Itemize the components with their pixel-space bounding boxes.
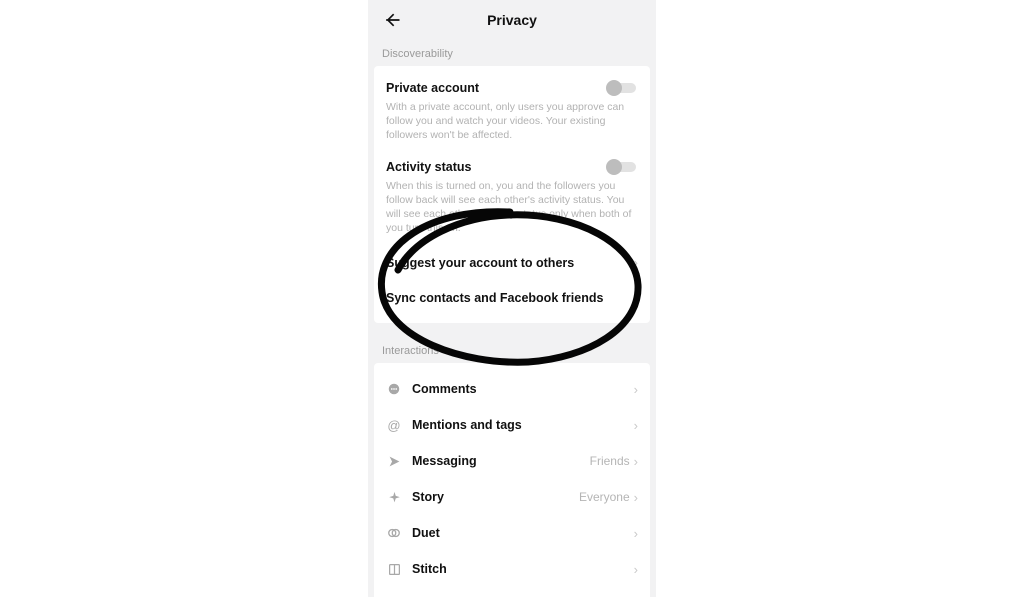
sync-contacts-row[interactable]: Sync contacts and Facebook friends › bbox=[384, 280, 640, 315]
interactions-panel: Comments › @ Mentions and tags › Messagi… bbox=[374, 363, 650, 597]
toggle-knob bbox=[606, 159, 622, 175]
section-label-interactions: Interactions bbox=[368, 337, 656, 363]
at-icon: @ bbox=[386, 417, 402, 433]
private-account-block: Private account With a private account, … bbox=[384, 74, 640, 153]
privacy-screen: Privacy Discoverability Private account … bbox=[368, 0, 656, 597]
activity-status-block: Activity status When this is turned on, … bbox=[384, 153, 640, 246]
sync-contacts-label: Sync contacts and Facebook friends bbox=[386, 291, 603, 305]
chevron-right-icon: › bbox=[634, 562, 638, 577]
toggle-knob bbox=[606, 80, 622, 96]
story-label: Story bbox=[412, 490, 579, 504]
suggest-account-label: Suggest your account to others bbox=[386, 256, 574, 270]
story-value: Everyone bbox=[579, 490, 630, 504]
story-row[interactable]: Story Everyone › bbox=[384, 479, 640, 515]
mentions-row[interactable]: @ Mentions and tags › bbox=[384, 407, 640, 443]
stitch-icon bbox=[386, 561, 402, 577]
activity-status-desc: When this is turned on, you and the foll… bbox=[386, 179, 638, 236]
sparkle-icon bbox=[386, 489, 402, 505]
chevron-right-icon: › bbox=[634, 526, 638, 541]
stickers-row[interactable]: Stickers Everyone › bbox=[384, 587, 640, 597]
chevron-right-icon: › bbox=[634, 418, 638, 433]
send-icon bbox=[386, 453, 402, 469]
duet-icon bbox=[386, 525, 402, 541]
stitch-row[interactable]: Stitch › bbox=[384, 551, 640, 587]
mentions-label: Mentions and tags bbox=[412, 418, 630, 432]
messaging-label: Messaging bbox=[412, 454, 590, 468]
messaging-row[interactable]: Messaging Friends › bbox=[384, 443, 640, 479]
header: Privacy bbox=[368, 0, 656, 40]
stitch-label: Stitch bbox=[412, 562, 630, 576]
duet-row[interactable]: Duet › bbox=[384, 515, 640, 551]
chevron-right-icon: › bbox=[634, 255, 638, 270]
suggest-account-row[interactable]: Suggest your account to others › bbox=[384, 245, 640, 280]
section-label-discoverability: Discoverability bbox=[368, 40, 656, 66]
chevron-right-icon: › bbox=[634, 382, 638, 397]
comments-label: Comments bbox=[412, 382, 630, 396]
chevron-right-icon: › bbox=[634, 490, 638, 505]
arrow-left-icon bbox=[382, 10, 402, 30]
duet-label: Duet bbox=[412, 526, 630, 540]
page-title: Privacy bbox=[487, 12, 537, 28]
activity-status-title: Activity status bbox=[386, 160, 471, 174]
activity-status-toggle[interactable] bbox=[606, 159, 638, 175]
comments-icon bbox=[386, 381, 402, 397]
chevron-right-icon: › bbox=[634, 290, 638, 305]
messaging-value: Friends bbox=[590, 454, 630, 468]
private-account-title: Private account bbox=[386, 81, 479, 95]
comments-row[interactable]: Comments › bbox=[384, 371, 640, 407]
private-account-desc: With a private account, only users you a… bbox=[386, 100, 638, 143]
discoverability-panel: Private account With a private account, … bbox=[374, 66, 650, 323]
private-account-toggle[interactable] bbox=[606, 80, 638, 96]
chevron-right-icon: › bbox=[634, 454, 638, 469]
back-button[interactable] bbox=[380, 8, 404, 32]
